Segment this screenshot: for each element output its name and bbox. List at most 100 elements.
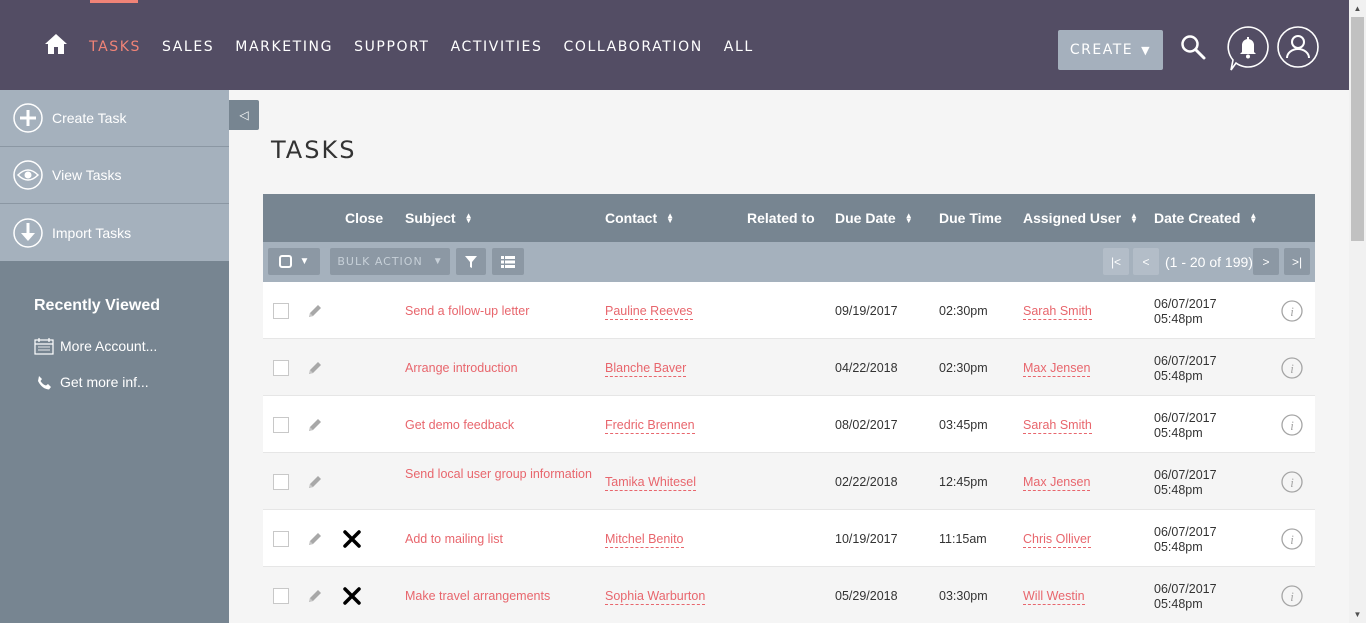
edit-pencil-icon[interactable] [307,417,323,433]
sort-icon: ▲ ▼ [464,211,473,225]
row-checkbox[interactable] [273,588,289,604]
nav-marketing[interactable]: MARKETING [235,39,333,55]
table-row: Get demo feedback Fredric Brennen 08/02/20… [263,396,1315,453]
info-icon[interactable]: i [1281,471,1303,493]
info-icon[interactable]: i [1281,414,1303,436]
sidebar-import-tasks[interactable]: Import Tasks [0,204,229,261]
assigned-user-link[interactable]: Max Jensen [1023,361,1091,377]
plus-circle-icon [13,103,43,133]
recent-item[interactable]: More Account... [34,336,229,356]
info-icon[interactable]: i [1281,357,1303,379]
date-created: 06/07/2017 [1154,525,1217,539]
user-profile-icon[interactable] [1277,26,1319,68]
date-created: 06/07/2017 [1154,411,1217,425]
assigned-user-link[interactable]: Sarah Smith [1023,418,1092,434]
info-icon[interactable]: i [1281,585,1303,607]
svg-text:i: i [1290,304,1294,319]
row-checkbox[interactable] [273,531,289,547]
next-page-button[interactable]: > [1253,248,1279,275]
contact-link[interactable]: Fredric Brennen [605,418,695,434]
close-task-icon[interactable] [343,587,361,605]
row-checkbox[interactable] [273,360,289,376]
nav-all[interactable]: ALL [724,39,754,55]
assigned-user-link[interactable]: Sarah Smith [1023,304,1092,320]
close-task-icon[interactable] [343,530,361,548]
filter-button[interactable] [456,248,486,275]
header-assigned-user[interactable]: Assigned User ▲ ▼ [1023,210,1138,226]
contact-link[interactable]: Blanche Baver [605,361,687,377]
notification-bell-icon[interactable] [1227,26,1269,72]
caret-down-icon: ▼ [299,256,310,267]
scrollbar-thumb[interactable] [1351,17,1364,241]
nav-activities[interactable]: ACTIVITIES [451,39,543,55]
search-icon[interactable] [1180,34,1206,60]
due-date: 09/19/2017 [835,304,898,318]
contact-link[interactable]: Pauline Reeves [605,304,693,320]
sidebar-create-task[interactable]: Create Task [0,90,229,147]
contact-link[interactable]: Tamika Whitesel [605,475,696,491]
info-icon[interactable]: i [1281,300,1303,322]
svg-text:i: i [1290,361,1294,376]
sort-icon: ▲ ▼ [904,211,913,225]
header-date-created[interactable]: Date Created ▲ ▼ [1154,210,1257,226]
table-row: Make travel arrangements Sophia Warburton… [263,567,1315,623]
time-created: 05:48pm [1154,540,1203,554]
bulk-action-button[interactable]: BULK ACTION ▼ [330,248,450,275]
row-checkbox[interactable] [273,417,289,433]
due-time: 02:30pm [939,361,988,375]
edit-pencil-icon[interactable] [307,303,323,319]
info-icon[interactable]: i [1281,528,1303,550]
task-subject-link[interactable]: Get demo feedback [405,418,514,432]
sidebar-collapse-button[interactable]: ◁ [229,100,259,130]
header-subject[interactable]: Subject ▲ ▼ [405,210,473,226]
checkbox-icon [278,255,292,268]
scroll-down-arrow[interactable]: ▼ [1349,606,1366,623]
last-page-icon: >| [1291,254,1303,269]
assigned-user-link[interactable]: Chris Olliver [1023,532,1092,548]
table-row: Send local user group information Tamika … [263,453,1315,510]
row-checkbox[interactable] [273,474,289,490]
contact-link[interactable]: Mitchel Benito [605,532,684,548]
assigned-user-link[interactable]: Max Jensen [1023,475,1091,491]
previous-icon: < [1142,254,1150,269]
first-page-icon: |< [1110,254,1122,269]
task-subject-link[interactable]: Add to mailing list [405,532,503,546]
row-checkbox[interactable] [273,303,289,319]
scroll-up-arrow[interactable]: ▲ [1349,0,1366,17]
header-related-to: Related to [747,210,815,226]
header-contact[interactable]: Contact ▲ ▼ [605,210,674,226]
task-subject-link[interactable]: Send a follow-up letter [405,304,529,318]
edit-pencil-icon[interactable] [307,588,323,604]
sidebar-view-tasks[interactable]: View Tasks [0,147,229,204]
time-created: 05:48pm [1154,426,1203,440]
caret-down-icon: ▼ [432,256,443,267]
create-button[interactable]: CREATE ▼ [1058,30,1163,70]
recent-item[interactable]: Get more inf... [34,372,229,392]
top-navigation-bar: TASKS SALES MARKETING SUPPORT ACTIVITIES… [0,0,1349,90]
last-page-button[interactable]: >| [1284,248,1310,275]
select-all-dropdown[interactable]: ▼ [268,248,320,275]
task-subject-link[interactable]: Send local user group information [405,467,592,481]
assigned-user-link[interactable]: Will Westin [1023,589,1085,605]
home-icon[interactable] [44,33,68,55]
edit-pencil-icon[interactable] [307,360,323,376]
nav-support[interactable]: SUPPORT [354,39,430,55]
header-due-time: Due Time [939,210,1002,226]
nav-sales[interactable]: SALES [162,39,214,55]
nav-tasks[interactable]: TASKS [89,39,141,55]
task-subject-link[interactable]: Arrange introduction [405,361,518,375]
edit-pencil-icon[interactable] [307,531,323,547]
column-chooser-button[interactable] [492,248,524,275]
nav-collaboration[interactable]: COLLABORATION [563,39,702,55]
contact-link[interactable]: Sophia Warburton [605,589,706,605]
first-page-button[interactable]: |< [1103,248,1129,275]
task-subject-link[interactable]: Make travel arrangements [405,589,550,603]
svg-text:i: i [1290,418,1294,433]
header-due-date[interactable]: Due Date ▲ ▼ [835,210,913,226]
previous-page-button[interactable]: < [1133,248,1159,275]
sidebar-actions: Create Task View Tasks Import Tasks [0,90,229,261]
table-row: Send a follow-up letter Pauline Reeves 09/… [263,282,1315,339]
edit-pencil-icon[interactable] [307,474,323,490]
date-created: 06/07/2017 [1154,354,1217,368]
due-time: 03:45pm [939,418,988,432]
